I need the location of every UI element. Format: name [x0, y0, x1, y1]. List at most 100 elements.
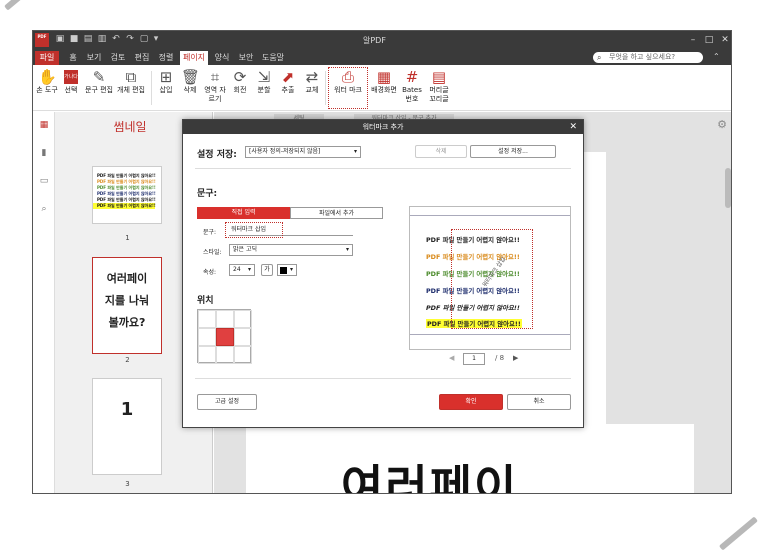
scrollbar[interactable] — [725, 168, 731, 208]
crop-button[interactable]: ⌗ 영역 자르기 — [203, 68, 227, 108]
position-cell[interactable] — [234, 328, 252, 346]
font-size-select[interactable]: 24 ▾ — [229, 264, 255, 276]
page-icon[interactable]: ▢ — [139, 34, 149, 45]
delete-preset-button[interactable]: 삭제 — [415, 145, 467, 158]
tab-help[interactable]: 도움말 — [261, 51, 285, 65]
advanced-settings-button[interactable]: 고급 설정 — [197, 394, 257, 410]
ok-button[interactable]: 확인 — [439, 394, 503, 410]
thumbnail-page-3[interactable]: 1 — [92, 378, 162, 475]
tab-arrange[interactable]: 정렬 — [157, 51, 175, 65]
thumb-line: 1 — [120, 399, 134, 420]
tab-review[interactable]: 검토 — [109, 51, 127, 65]
tab-direct-input[interactable]: 직접 입력 — [197, 207, 290, 219]
bookmark-icon[interactable]: ▮ — [39, 148, 49, 158]
ribbon-divider — [151, 71, 152, 105]
tab-view[interactable]: 보기 — [85, 51, 103, 65]
tab-home[interactable]: 홈 — [67, 51, 79, 65]
undo-icon[interactable]: ↶ — [111, 34, 121, 45]
background-label: 배경화면 — [371, 86, 397, 94]
bold-button[interactable]: 가 — [261, 264, 273, 276]
maximize-icon[interactable]: □ — [703, 34, 715, 46]
preset-value: [사용자 정의-저장되지 않음] — [249, 148, 321, 155]
settings-gear-icon[interactable]: ⚙ — [717, 118, 727, 131]
tab-from-file[interactable]: 파일에서 추가 — [290, 207, 383, 219]
delete-icon: 🗑 — [181, 68, 201, 86]
attribute-label: 속성: — [203, 269, 217, 276]
customize-icon[interactable]: ▾ — [151, 34, 161, 45]
bates-icon: # — [405, 68, 419, 86]
extract-icon: ⬈ — [281, 68, 295, 86]
position-grid — [197, 309, 252, 364]
redo-icon[interactable]: ↷ — [125, 34, 135, 45]
position-cell[interactable] — [234, 310, 252, 328]
color-swatch — [280, 267, 287, 274]
logo-text: PDF — [37, 34, 47, 39]
divider — [195, 168, 571, 169]
extract-button[interactable]: ⬈ 추출 — [279, 68, 297, 108]
tab-file[interactable]: 파일 — [35, 51, 59, 65]
app-logo: PDF — [35, 33, 49, 47]
decorative-stripe — [718, 516, 758, 551]
bates-button[interactable]: # Bates 번호 — [401, 68, 423, 108]
edit-object-button[interactable]: ⧉ 개체 편집 — [117, 68, 145, 108]
position-cell[interactable] — [198, 328, 216, 346]
font-select[interactable]: 맑은 고딕 ▾ — [229, 244, 353, 256]
divider — [195, 378, 571, 379]
hand-icon: ✋ — [38, 68, 57, 86]
insert-button[interactable]: ⊞ 삽입 — [157, 68, 175, 108]
position-cell-selected[interactable] — [216, 328, 234, 346]
thumbnail-page-1[interactable]: PDF 파일 만들기 어렵지 않아요!! PDF 파일 만들기 어렵지 않아요!… — [92, 166, 162, 224]
position-cell[interactable] — [198, 310, 216, 328]
print-icon[interactable]: ▤ — [83, 34, 93, 45]
insert-label: 삽입 — [159, 86, 173, 94]
minimize-icon[interactable]: – — [687, 34, 699, 46]
edit-text-button[interactable]: ✎ 문구 편집 — [85, 68, 113, 108]
save-preset-button[interactable]: 설정 저장... — [470, 145, 556, 158]
search-placeholder: 무엇을 하고 싶으세요? — [609, 53, 676, 61]
prev-page-icon[interactable]: ◀ — [449, 354, 454, 362]
open-folder-icon[interactable]: ▣ — [55, 34, 65, 45]
position-cell[interactable] — [234, 346, 252, 364]
close-icon[interactable]: ✕ — [719, 34, 731, 46]
color-picker[interactable]: ▾ — [277, 264, 297, 276]
thumbnails-icon[interactable]: ▦ — [39, 120, 49, 130]
replace-button[interactable]: ⇄ 교체 — [303, 68, 321, 108]
position-cell[interactable] — [216, 346, 234, 364]
select-button[interactable]: 가나다 선택 — [61, 68, 81, 108]
save-icon[interactable]: ■ — [69, 34, 79, 45]
next-page-icon[interactable]: ▶ — [513, 354, 518, 362]
background-button[interactable]: ▦ 배경화면 — [369, 68, 399, 108]
font-size-value: 24 — [233, 266, 241, 273]
comment-icon[interactable]: ▭ — [39, 176, 49, 186]
preset-select[interactable]: [사용자 정의-저장되지 않음] ▾ — [245, 146, 361, 158]
search-input[interactable]: ⌕ 무엇을 하고 싶으세요? — [593, 52, 703, 63]
tab-page[interactable]: 페이지 — [180, 51, 208, 65]
watermark-button[interactable]: ⎙ 워터 마크 — [328, 67, 368, 109]
close-icon[interactable]: ✕ — [569, 120, 577, 134]
hand-tool-button[interactable]: ✋ 손 도구 — [36, 68, 58, 108]
tab-security[interactable]: 보안 — [237, 51, 255, 65]
cancel-button[interactable]: 취소 — [507, 394, 571, 410]
preset-label: 설정 저장: — [197, 150, 237, 160]
rotate-button[interactable]: ⟳ 회전 — [231, 68, 249, 108]
document-icon[interactable]: ▥ — [97, 34, 107, 45]
document-heading: 여러페이 — [341, 460, 519, 494]
preview-panel: PDF 파일 만들기 어렵지 않아요!! PDF 파일 만들기 어렵지 않아요!… — [409, 206, 571, 350]
hand-tool-label: 손 도구 — [36, 86, 58, 94]
tab-form[interactable]: 양식 — [213, 51, 231, 65]
select-icon: 가나다 — [64, 70, 78, 84]
tab-edit[interactable]: 편집 — [133, 51, 151, 65]
thumbnail-page-number: 2 — [125, 356, 130, 364]
position-cell[interactable] — [216, 310, 234, 328]
header-footer-button[interactable]: ▤ 머리글 꼬리글 — [425, 68, 453, 108]
delete-button[interactable]: 🗑 삭제 — [181, 68, 201, 108]
page-number-input[interactable]: 1 — [463, 353, 485, 365]
search-panel-icon[interactable]: ⌕ — [39, 204, 49, 214]
collapse-ribbon-icon[interactable]: ⌃ — [713, 52, 720, 61]
edit-object-icon: ⧉ — [125, 68, 137, 86]
split-button[interactable]: ⇲ 분할 — [255, 68, 273, 108]
position-cell[interactable] — [198, 346, 216, 364]
bates-label: Bates 번호 — [402, 86, 422, 103]
thumbnail-page-2[interactable]: 여러페이 지를 나눠 볼까요? — [92, 257, 162, 354]
chevron-down-icon: ▾ — [353, 148, 357, 155]
